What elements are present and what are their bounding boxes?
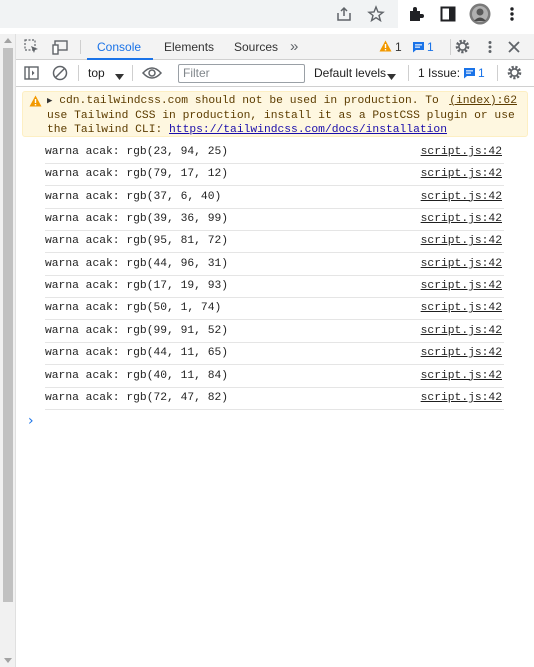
device-toolbar-icon[interactable] (52, 39, 70, 58)
browser-toolbar (0, 0, 534, 28)
log-source-link[interactable]: script.js:42 (421, 347, 502, 359)
warning-source-link[interactable]: (index):62 (449, 94, 517, 109)
log-row: warna acak: rgb(44, 96, 31) script.js:42 (45, 254, 504, 276)
tab-elements[interactable]: Elements (164, 34, 214, 60)
log-message: warna acak: rgb(44, 11, 65) (45, 347, 229, 360)
message-count[interactable]: 1 (427, 40, 434, 54)
scroll-up-icon[interactable] (4, 38, 12, 43)
divider (80, 40, 81, 54)
profile-avatar[interactable] (469, 3, 491, 25)
log-message: warna acak: rgb(95, 81, 72) (45, 235, 229, 248)
warning-line-3: the Tailwind CLI: https://tailwindcss.co… (47, 123, 523, 138)
more-tabs-icon[interactable]: » (290, 34, 298, 60)
side-panel-icon[interactable] (438, 4, 458, 24)
expand-triangle-icon[interactable]: ▶ (47, 96, 52, 106)
log-source-link[interactable]: script.js:42 (421, 191, 502, 203)
log-source-link[interactable]: script.js:42 (421, 146, 502, 158)
scroll-down-icon[interactable] (4, 658, 12, 663)
installation-link[interactable]: https://tailwindcss.com/docs/installatio… (169, 124, 447, 136)
log-message: warna acak: rgb(39, 36, 99) (45, 213, 229, 226)
tab-console[interactable]: Console (86, 34, 154, 60)
log-row: warna acak: rgb(99, 91, 52) script.js:42 (45, 321, 504, 343)
live-expression-eye-icon[interactable] (141, 66, 163, 83)
close-icon[interactable] (508, 41, 520, 56)
log-source-link[interactable]: script.js:42 (421, 392, 502, 404)
log-row: warna acak: rgb(72, 47, 82) script.js:42 (45, 388, 504, 410)
divider (132, 65, 133, 81)
issue-message-icon[interactable] (463, 67, 476, 82)
divider (497, 65, 498, 81)
log-message: warna acak: rgb(99, 91, 52) (45, 324, 229, 337)
context-selector[interactable]: top (88, 66, 105, 80)
divider (408, 65, 409, 81)
log-message: warna acak: rgb(40, 11, 84) (45, 369, 229, 382)
log-source-link[interactable]: script.js:42 (421, 302, 502, 314)
log-source-link[interactable]: script.js:42 (421, 258, 502, 270)
log-row: warna acak: rgb(17, 19, 93) script.js:42 (45, 276, 504, 299)
log-message: warna acak: rgb(37, 6, 40) (45, 190, 222, 203)
page-scrollbar[interactable] (0, 34, 16, 667)
log-source-link[interactable]: script.js:42 (421, 370, 502, 382)
log-row: warna acak: rgb(50, 1, 74) script.js:42 (45, 298, 504, 321)
tailwind-warning-message: ▶ cdn.tailwindcss.com should not be used… (22, 91, 528, 137)
divider (450, 39, 451, 55)
console-settings-icon[interactable] (506, 64, 523, 84)
chevron-down-icon[interactable] (115, 69, 124, 83)
tab-sources[interactable]: Sources (234, 34, 278, 60)
message-icon[interactable] (412, 41, 425, 56)
scrollbar-thumb[interactable] (3, 48, 13, 602)
devtools-tab-bar: Console Elements Sources » 1 1 (16, 34, 534, 60)
menu-icon[interactable] (502, 4, 522, 24)
log-row: warna acak: rgb(23, 94, 25) script.js:42 (45, 142, 504, 164)
log-message: warna acak: rgb(72, 47, 82) (45, 391, 229, 404)
clear-console-icon[interactable] (52, 65, 68, 84)
log-source-link[interactable]: script.js:42 (421, 168, 502, 180)
log-message: warna acak: rgb(17, 19, 93) (45, 280, 229, 293)
log-row: warna acak: rgb(39, 36, 99) script.js:42 (45, 209, 504, 232)
warning-icon (29, 95, 42, 113)
console-output: ▶ cdn.tailwindcss.com should not be used… (16, 87, 534, 667)
log-message: warna acak: rgb(79, 17, 12) (45, 168, 229, 181)
log-source-link[interactable]: script.js:42 (421, 325, 502, 337)
warning-line-2: use Tailwind CSS in production, install … (47, 109, 515, 122)
star-icon[interactable] (366, 4, 386, 24)
console-prompt-icon[interactable]: › (28, 413, 34, 429)
log-source-link[interactable]: script.js:42 (421, 280, 502, 292)
log-source-link[interactable]: script.js:42 (421, 213, 502, 225)
warning-text: the Tailwind CLI: (47, 124, 170, 136)
log-row: warna acak: rgb(40, 11, 84) script.js:42 (45, 366, 504, 388)
extensions-icon[interactable] (406, 4, 426, 24)
log-levels-dropdown[interactable]: Default levels (314, 66, 386, 80)
issues-count[interactable]: 1 (478, 66, 485, 80)
warning-text: cdn.tailwindcss.com should not be used i… (59, 95, 439, 107)
log-message: warna acak: rgb(44, 96, 31) (45, 257, 229, 270)
warning-icon[interactable] (379, 40, 392, 55)
log-row: warna acak: rgb(37, 6, 40) script.js:42 (45, 187, 504, 209)
log-row: warna acak: rgb(79, 17, 12) script.js:42 (45, 164, 504, 187)
log-message: warna acak: rgb(50, 1, 74) (45, 302, 222, 315)
issues-label[interactable]: 1 Issue: (418, 66, 460, 80)
more-options-icon[interactable] (487, 40, 493, 57)
divider (78, 65, 79, 81)
sidebar-toggle-icon[interactable] (24, 66, 39, 83)
log-row: warna acak: rgb(95, 81, 72) script.js:42 (45, 231, 504, 254)
filter-input[interactable]: Filter (178, 64, 305, 83)
settings-icon[interactable] (454, 38, 471, 58)
log-message: warna acak: rgb(23, 94, 25) (45, 146, 229, 158)
log-row: warna acak: rgb(44, 11, 65) script.js:42 (45, 343, 504, 366)
share-icon[interactable] (334, 4, 354, 24)
console-toolbar: top Filter Default levels 1 Issue: 1 (16, 60, 534, 87)
log-source-link[interactable]: script.js:42 (421, 235, 502, 247)
warning-count[interactable]: 1 (395, 40, 402, 54)
inspect-element-icon[interactable] (24, 39, 40, 58)
chevron-down-icon[interactable] (387, 69, 396, 83)
